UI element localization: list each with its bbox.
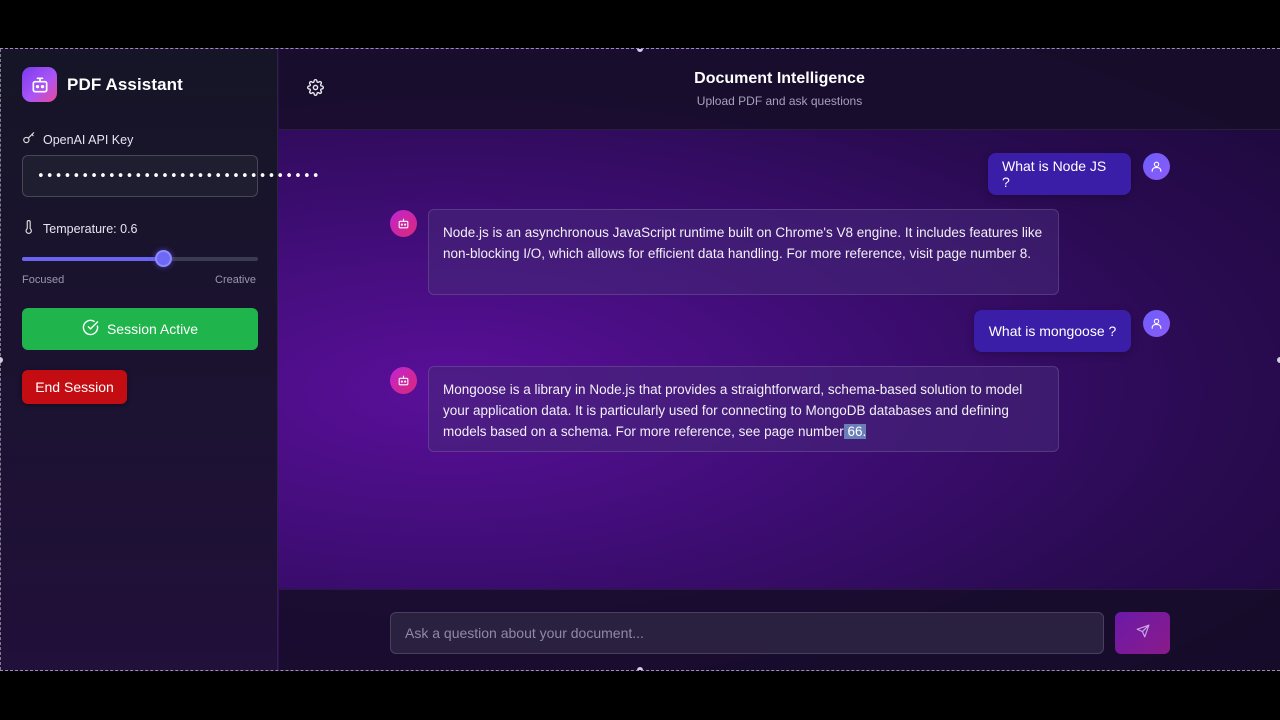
bot-icon bbox=[390, 367, 417, 394]
end-session-button[interactable]: End Session bbox=[22, 370, 127, 404]
api-key-label: OpenAI API Key bbox=[43, 132, 134, 147]
robot-icon bbox=[22, 67, 57, 102]
brand-title: PDF Assistant bbox=[67, 74, 183, 94]
temperature-min-label: Focused bbox=[22, 274, 65, 286]
check-circle-icon bbox=[82, 319, 99, 339]
assistant-message: Mongoose is a library in Node.js that pr… bbox=[428, 366, 1059, 452]
temperature-label: Temperature: 0.6 bbox=[43, 221, 138, 236]
composer bbox=[279, 589, 1280, 670]
temperature-slider[interactable] bbox=[22, 257, 258, 261]
bot-icon bbox=[390, 210, 417, 237]
temperature-slider-fill bbox=[22, 257, 164, 261]
user-message: What is Node JS ? bbox=[988, 153, 1131, 195]
temperature-label-row: Temperature: 0.6 bbox=[22, 220, 138, 237]
selected-text: 66. bbox=[843, 424, 867, 439]
send-button[interactable] bbox=[1115, 612, 1170, 654]
user-icon bbox=[1143, 153, 1170, 180]
temperature-slider-thumb[interactable] bbox=[155, 250, 173, 267]
assistant-message: Node.js is an asynchronous JavaScript ru… bbox=[428, 209, 1059, 295]
selection-handle bbox=[637, 667, 643, 670]
key-icon bbox=[22, 131, 36, 148]
session-active-button[interactable]: Session Active bbox=[22, 308, 258, 350]
send-icon bbox=[1136, 624, 1150, 643]
sidebar: PDF Assistant OpenAI API Key •••••••••••… bbox=[0, 49, 320, 670]
temperature-max-label: Creative bbox=[215, 274, 256, 286]
user-icon bbox=[1143, 310, 1170, 337]
api-key-label-row: OpenAI API Key bbox=[22, 131, 133, 148]
header: Document Intelligence Upload PDF and ask… bbox=[279, 49, 1280, 130]
api-key-input[interactable]: •••••••••••••••••••••••••••••••• bbox=[22, 155, 320, 197]
brand: PDF Assistant bbox=[22, 67, 183, 102]
user-message: What is mongoose ? bbox=[974, 310, 1131, 352]
app-window: PDF Assistant OpenAI API Key •••••••••••… bbox=[0, 48, 1280, 671]
thermometer-icon bbox=[22, 220, 36, 237]
session-active-label: Session Active bbox=[106, 321, 199, 337]
page-subtitle: Upload PDF and ask questions bbox=[696, 94, 863, 108]
assistant-message-text: Mongoose is a library in Node.js that pr… bbox=[443, 382, 1023, 439]
question-input[interactable] bbox=[390, 612, 1104, 654]
page-title: Document Intelligence bbox=[694, 70, 865, 87]
